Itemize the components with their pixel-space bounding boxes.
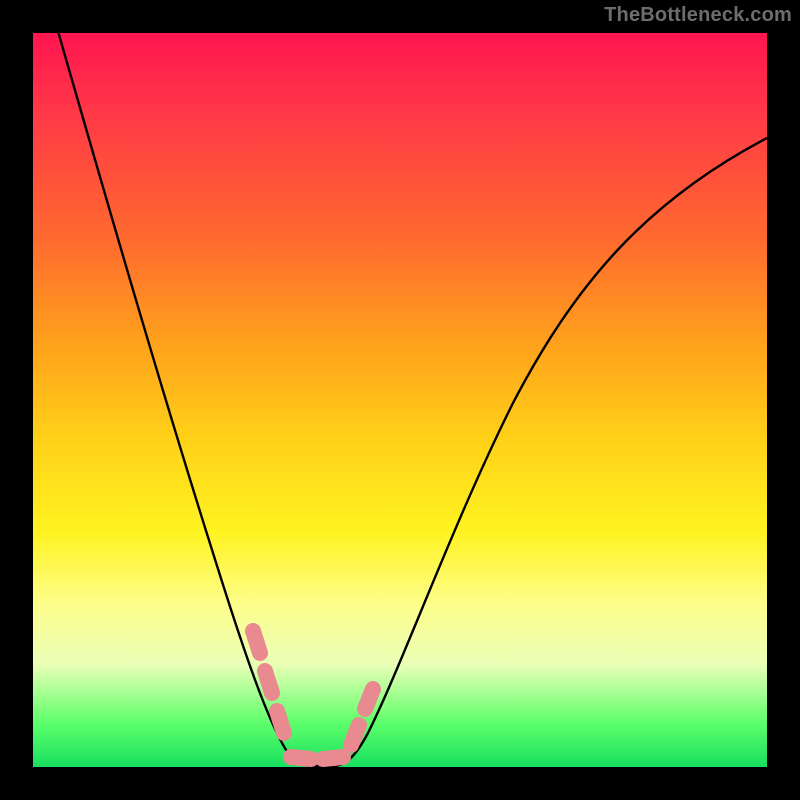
chart-frame: TheBottleneck.com (0, 0, 800, 800)
highlight-markers (253, 631, 373, 759)
bottleneck-curve (47, 33, 767, 766)
curve-layer (33, 33, 767, 767)
watermark-text: TheBottleneck.com (604, 4, 792, 27)
